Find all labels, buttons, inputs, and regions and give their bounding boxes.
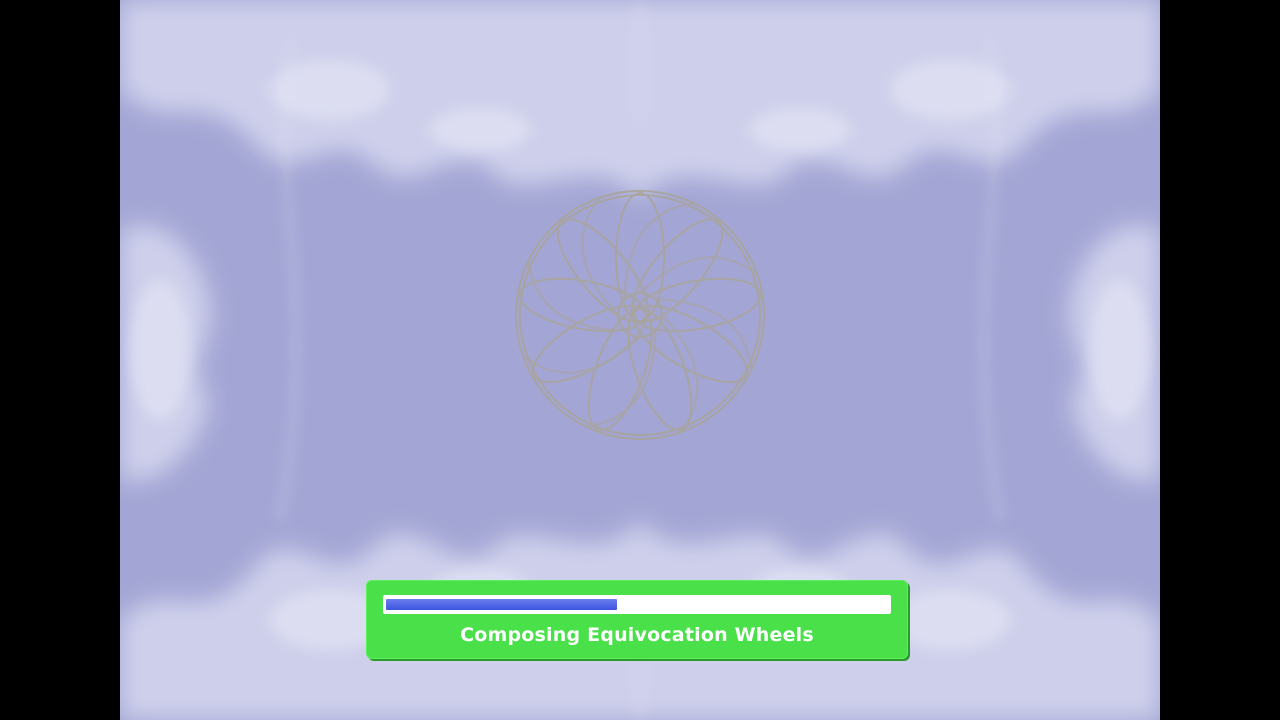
progress-bar-fill — [386, 599, 617, 610]
rose-wheel-icon — [514, 190, 766, 440]
loading-panel: Composing Equivocation Wheels — [366, 580, 908, 659]
progress-bar — [383, 595, 891, 614]
letterbox-right — [1160, 0, 1280, 720]
letterbox-left — [0, 0, 120, 720]
loading-status-text: Composing Equivocation Wheels — [460, 624, 814, 646]
